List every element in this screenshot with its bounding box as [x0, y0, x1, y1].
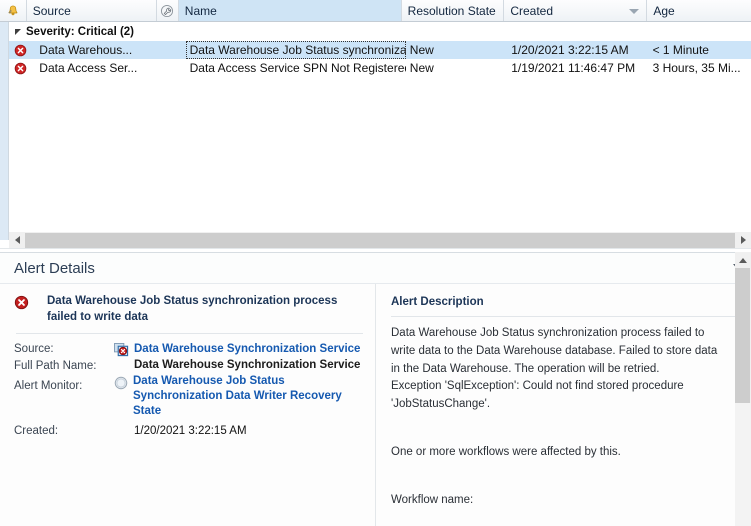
column-header-age-label: Age: [653, 3, 675, 18]
alert-properties: Source: Data Warehouse Synchronization S…: [14, 342, 363, 437]
alert-monitor-link[interactable]: Data Warehouse Job Status Synchronizatio…: [133, 374, 363, 419]
alert-description-column: Alert Description Data Warehouse Job Sta…: [375, 284, 751, 526]
created-value: 1/20/2021 3:22:15 AM: [134, 424, 247, 437]
grid-column-header: Source Name Resolution State Created Age: [0, 0, 751, 22]
column-header-maintenance-icon[interactable]: [157, 0, 179, 21]
row-resolution-state-cell: New: [406, 59, 507, 77]
error-icon: [14, 62, 26, 74]
group-header-row-severity-critical[interactable]: Severity: Critical (2): [9, 23, 751, 41]
scroll-left-button[interactable]: [9, 232, 25, 248]
row-created-cell: 1/19/2021 11:46:47 PM: [507, 59, 648, 77]
row-created-text: 1/19/2021 11:46:47 PM: [511, 61, 636, 75]
column-header-resolution-state[interactable]: Resolution State: [402, 0, 505, 21]
column-header-alert-icon[interactable]: [0, 0, 27, 21]
alert-details-left-column: Data Warehouse Job Status synchronizatio…: [0, 284, 375, 526]
vertical-scrollbar-thumb[interactable]: [735, 268, 750, 403]
column-header-created[interactable]: Created: [504, 0, 648, 21]
alert-monitor-value-row: Data Warehouse Job Status Synchronizatio…: [114, 374, 363, 419]
error-icon: [14, 44, 26, 56]
horizontal-scrollbar[interactable]: [9, 232, 751, 248]
group-header-label: Severity: Critical (2): [26, 26, 135, 38]
alert-description-body: Data Warehouse Job Status synchronizatio…: [391, 327, 718, 411]
horizontal-scrollbar-thumb[interactable]: [25, 232, 735, 248]
source-value-row: Data Warehouse Synchronization Service: [114, 342, 363, 357]
row-age-text: < 1 Minute: [652, 43, 709, 57]
service-error-icon: [114, 343, 129, 357]
source-label: Source:: [14, 343, 54, 356]
alert-summary-title: Data Warehouse Job Status synchronizatio…: [47, 295, 338, 323]
column-header-resolution-state-label: Resolution State: [407, 3, 496, 18]
bell-icon: [6, 4, 20, 18]
details-divider: [16, 333, 363, 335]
row-resolution-state-text: New: [409, 43, 434, 57]
column-header-name-label: Name: [184, 3, 217, 18]
alert-details-body: Data Warehouse Job Status synchronizatio…: [0, 283, 751, 526]
row-source-text: Data Access Ser...: [39, 61, 138, 75]
row-severity-cell: [9, 41, 35, 59]
row-source-text: Data Warehous...: [39, 43, 133, 57]
scroll-right-button[interactable]: [735, 232, 751, 248]
alert-description-workflow-label: Workflow name:: [391, 493, 474, 506]
left-gutter-strip: [0, 0, 9, 240]
row-created-text: 1/20/2021 3:22:15 AM: [511, 43, 629, 57]
chevron-left-icon: [14, 236, 20, 244]
column-header-created-label: Created: [510, 3, 554, 18]
row-maintenance-cell: [164, 41, 186, 59]
column-header-age[interactable]: Age: [647, 0, 751, 21]
row-resolution-state-cell: New: [406, 41, 507, 59]
chevron-right-icon: [740, 236, 746, 244]
alerts-list[interactable]: Data Warehous... Data Warehouse Job Stat…: [9, 41, 751, 228]
table-row[interactable]: Data Access Ser... Data Access Service S…: [9, 59, 751, 77]
table-row[interactable]: Data Warehous... Data Warehouse Job Stat…: [9, 41, 751, 59]
alert-description-title: Alert Description: [391, 296, 484, 308]
vertical-scrollbar-track[interactable]: [735, 403, 751, 526]
column-header-source[interactable]: Source: [27, 0, 157, 21]
scroll-up-button[interactable]: [735, 252, 751, 268]
wrench-icon: [160, 4, 174, 18]
alert-details-pane: Alert Details Data Warehouse Job Status …: [0, 252, 751, 526]
row-source-cell: Data Warehous...: [35, 41, 164, 59]
health-state-unknown-icon: [114, 376, 128, 390]
row-age-cell: 3 Hours, 35 Mi...: [649, 59, 751, 77]
group-expander-icon[interactable]: [13, 26, 26, 39]
created-label: Created:: [14, 424, 59, 437]
description-divider: [391, 316, 735, 317]
row-maintenance-cell: [164, 59, 186, 77]
vertical-scrollbar[interactable]: [735, 252, 751, 526]
full-path-name-label: Full Path Name:: [14, 359, 97, 372]
row-created-cell: 1/20/2021 3:22:15 AM: [507, 41, 648, 59]
alert-summary: Data Warehouse Job Status synchronizatio…: [14, 294, 363, 325]
row-source-cell: Data Access Ser...: [35, 59, 164, 77]
row-resolution-state-text: New: [409, 61, 434, 75]
source-link[interactable]: Data Warehouse Synchronization Service: [134, 342, 360, 357]
row-name-text: Data Warehouse Job Status synchronizatio…: [189, 43, 406, 57]
row-age-cell: < 1 Minute: [649, 41, 751, 59]
row-name-text: Data Access Service SPN Not Registered: [189, 61, 406, 75]
alert-details-header: Alert Details: [0, 253, 751, 283]
description-spacer-2: [391, 462, 735, 492]
alert-view-window: Source Name Resolution State Created Age: [0, 0, 751, 526]
alert-details-title: Alert Details: [14, 259, 95, 277]
row-name-cell[interactable]: Data Warehouse Job Status synchronizatio…: [185, 41, 406, 59]
error-icon: [14, 295, 29, 310]
row-severity-cell: [9, 59, 35, 77]
column-header-source-label: Source: [32, 3, 71, 18]
alert-monitor-label: Alert Monitor:: [14, 379, 83, 392]
sort-descending-icon: [629, 8, 640, 14]
full-path-name-value: Data Warehouse Synchronization Service: [134, 358, 361, 371]
column-header-name[interactable]: Name: [178, 0, 402, 21]
alert-description-affected: One or more workflows were affected by t…: [391, 446, 621, 459]
row-age-text: 3 Hours, 35 Mi...: [652, 61, 741, 75]
row-name-cell[interactable]: Data Access Service SPN Not Registered: [186, 59, 406, 77]
chevron-up-icon: [739, 257, 747, 263]
